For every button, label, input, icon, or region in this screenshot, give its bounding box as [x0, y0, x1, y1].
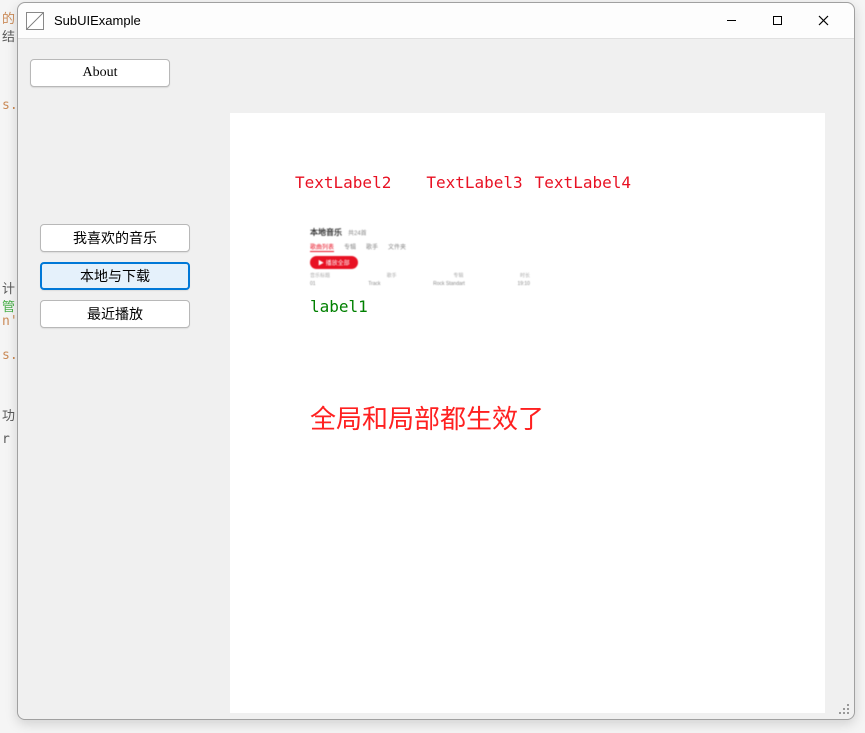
- nav-my-music-button[interactable]: 我喜欢的音乐: [40, 224, 190, 252]
- mini-row-album: Rock Standart: [433, 281, 465, 287]
- text-label-3: TextLabel3: [426, 173, 522, 192]
- mini-col-artist: 歌手: [387, 272, 397, 279]
- client-area: About 我喜欢的音乐 本地与下载 最近播放 TextLabel2 TextL…: [18, 39, 854, 719]
- bg-fragment: 管: [2, 296, 15, 315]
- text-label-2: TextLabel2: [295, 173, 391, 192]
- mini-title: 本地音乐: [310, 227, 342, 238]
- bg-fragment: 计: [2, 278, 15, 297]
- about-button[interactable]: About: [30, 59, 170, 87]
- window-controls: [708, 6, 846, 36]
- maximize-button[interactable]: [754, 6, 800, 36]
- app-window: SubUIExample About 我喜欢的音乐 本地与下载 最近播放 Tex…: [17, 2, 855, 720]
- mini-play-all: ▶ 播放全部: [310, 256, 358, 269]
- close-button[interactable]: [800, 6, 846, 36]
- bg-fragment: 结: [2, 26, 15, 45]
- mini-row-title: Track: [368, 281, 380, 287]
- status-message: 全局和局部都生效了: [310, 399, 544, 436]
- bg-fragment: s.: [2, 98, 18, 113]
- nav-recent-play-button[interactable]: 最近播放: [40, 300, 190, 328]
- mini-row-idx: 01: [310, 281, 316, 287]
- app-icon: [26, 12, 44, 30]
- mini-row-time: 19:10: [517, 281, 530, 287]
- bg-fragment: r: [2, 432, 10, 447]
- mini-col-album: 专辑: [453, 272, 463, 279]
- text-label-4: TextLabel4: [535, 173, 631, 192]
- mini-subtitle: 共24首: [348, 228, 367, 237]
- mini-col-title: 音乐标题: [310, 272, 330, 279]
- label1: label1: [310, 297, 368, 316]
- mini-tab-album: 专辑: [344, 242, 356, 252]
- text-label-row: TextLabel2 TextLabel3 TextLabel4: [295, 173, 631, 192]
- bg-fragment: s.: [2, 348, 18, 363]
- mini-tab-songs: 歌曲列表: [310, 242, 334, 252]
- mini-col-duration: 时长: [520, 272, 530, 279]
- bg-fragment: n': [2, 314, 18, 329]
- titlebar[interactable]: SubUIExample: [18, 3, 854, 39]
- window-title: SubUIExample: [54, 13, 708, 28]
- bg-fragment: 功: [2, 405, 15, 424]
- mini-music-list: 本地音乐 共24首 歌曲列表 专辑 歌手 文件夹 ▶ 播放全部 音乐标题 歌手 …: [310, 227, 540, 297]
- minimize-button[interactable]: [708, 6, 754, 36]
- mini-tab-folder: 文件夹: [388, 242, 406, 252]
- mini-tab-artist: 歌手: [366, 242, 378, 252]
- resize-grip[interactable]: [838, 703, 850, 715]
- content-panel: TextLabel2 TextLabel3 TextLabel4 本地音乐 共2…: [230, 113, 825, 713]
- nav-local-download-button[interactable]: 本地与下载: [40, 262, 190, 290]
- bg-fragment: 的: [2, 8, 15, 27]
- nav-group: 我喜欢的音乐 本地与下载 最近播放: [40, 224, 190, 328]
